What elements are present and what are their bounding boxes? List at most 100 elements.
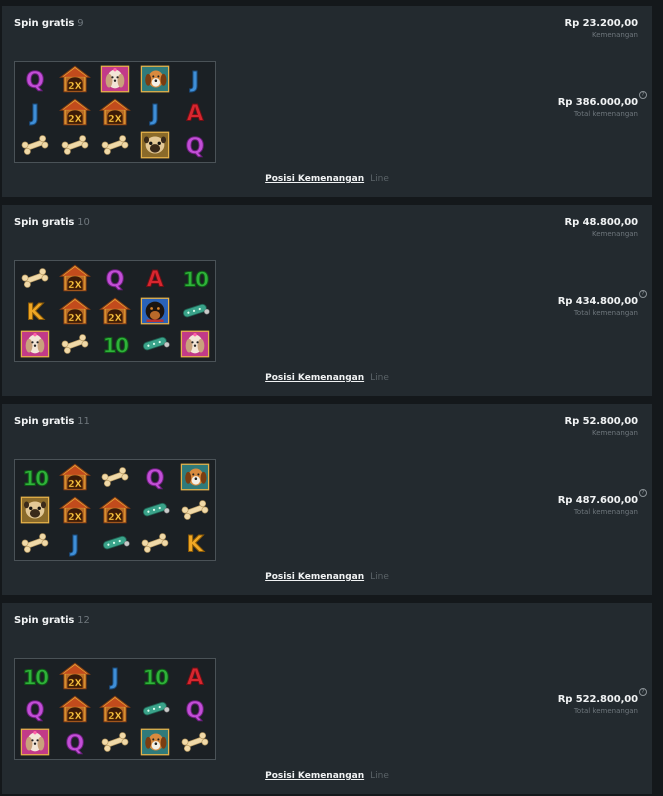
spin-number: 12 [77, 615, 90, 626]
symbol-dog-shihtzu-icon [175, 328, 215, 361]
reel-grid: 10 2X J 10 A Q 2X 2X Q Q [14, 658, 216, 760]
svg-text:J: J [29, 100, 39, 126]
win-label: Kemenangan [591, 230, 638, 238]
symbol-j-icon: J [135, 95, 175, 128]
symbol-collar-icon [175, 294, 215, 327]
help-icon[interactable]: ? [639, 290, 647, 298]
spin-card: Spin gratis 11 Rp 52.800,00 Kemenangan 10… [2, 404, 652, 595]
svg-text:2X: 2X [108, 711, 123, 722]
total-amount: Rp 522.800,00 [557, 694, 638, 705]
winning-positions-link[interactable]: Posisi Kemenangan [265, 572, 364, 582]
symbol-ten-icon: 10 [15, 659, 55, 692]
reel-grid: 2X Q A 10 K 2X 2X 10 [14, 260, 216, 362]
svg-text:J: J [149, 100, 159, 126]
symbol-dog-shihtzu-icon [95, 62, 135, 95]
svg-text:K: K [26, 299, 44, 325]
spin-win: Rp 23.200,00 Kemenangan [564, 18, 639, 39]
symbol-dog-beagle-icon [135, 62, 175, 95]
symbol-bone-icon [95, 129, 135, 162]
svg-text:Q: Q [26, 697, 45, 723]
total-label: Total kemenangan [573, 508, 638, 516]
win-amount: Rp 23.200,00 [564, 18, 639, 29]
symbol-collar-icon [135, 493, 175, 526]
symbol-q-icon: Q [55, 726, 95, 759]
svg-text:A: A [186, 100, 203, 126]
symbol-q-icon: Q [175, 692, 215, 725]
spin-label: Spin gratis [14, 18, 75, 29]
total-amount: Rp 487.600,00 [557, 495, 638, 506]
symbol-house2x-icon: 2X [95, 95, 135, 128]
symbol-j-icon: J [95, 659, 135, 692]
svg-text:2X: 2X [108, 114, 123, 125]
help-icon[interactable]: ? [639, 688, 647, 696]
symbol-dog-shihtzu-icon [15, 328, 55, 361]
winning-positions-link[interactable]: Posisi Kemenangan [265, 174, 364, 184]
symbol-house2x-icon: 2X [95, 692, 135, 725]
spin-card: Spin gratis12 Kemenangan 10 2XJ10AQ 2X 2… [2, 603, 652, 794]
svg-text:2X: 2X [68, 711, 83, 722]
help-icon[interactable]: ? [639, 489, 647, 497]
win-label: Kemenangan [591, 31, 638, 39]
total-win: Rp 434.800,00 Total kemenangan ? [558, 290, 647, 317]
spin-label: Spin gratis [14, 615, 75, 626]
svg-text:2X: 2X [68, 512, 83, 523]
symbol-bone-icon [175, 726, 215, 759]
symbol-house2x-icon: 2X [55, 460, 95, 493]
spin-title: Spin gratis 9 [14, 18, 84, 29]
symbol-collar-icon [135, 692, 175, 725]
symbol-a-icon: A [175, 659, 215, 692]
spin-title: Spin gratis 12 [14, 615, 90, 626]
symbol-ten-icon: 10 [135, 659, 175, 692]
symbol-dog-rottweiler-icon [135, 294, 175, 327]
symbol-q-icon: Q [15, 62, 55, 95]
svg-text:J: J [109, 664, 119, 690]
result-links: Posisi Kemenangan Line [2, 572, 652, 582]
win-label: Kemenangan [591, 429, 638, 437]
symbol-j-icon: J [55, 527, 95, 560]
svg-text:2X: 2X [108, 313, 123, 324]
symbol-j-icon: J [175, 62, 215, 95]
winning-positions-link[interactable]: Posisi Kemenangan [265, 373, 364, 383]
svg-text:2X: 2X [68, 114, 83, 125]
svg-text:J: J [69, 532, 79, 558]
spin-label: Spin gratis [14, 217, 75, 228]
line-link[interactable]: Line [370, 572, 389, 582]
svg-text:10: 10 [143, 665, 169, 689]
spin-number: 10 [77, 217, 90, 228]
symbol-bone-icon [55, 129, 95, 162]
total-label: Total kemenangan [573, 707, 638, 715]
svg-text:Q: Q [26, 67, 45, 93]
symbol-q-icon: Q [15, 692, 55, 725]
svg-text:10: 10 [103, 334, 129, 358]
spin-title: Spin gratis 10 [14, 217, 90, 228]
winning-positions-link[interactable]: Posisi Kemenangan [265, 771, 364, 781]
symbol-bone-icon [15, 527, 55, 560]
svg-text:Q: Q [186, 697, 205, 723]
svg-text:2X: 2X [68, 280, 83, 291]
symbol-house2x-icon: 2X [55, 493, 95, 526]
total-label: Total kemenangan [573, 309, 638, 317]
symbol-house2x-icon: 2X [95, 493, 135, 526]
symbol-k-icon: K [15, 294, 55, 327]
svg-text:2X: 2X [68, 313, 83, 324]
symbol-q-icon: Q [135, 460, 175, 493]
symbol-q-icon: Q [95, 261, 135, 294]
svg-text:10: 10 [183, 267, 209, 291]
svg-text:A: A [146, 266, 163, 292]
symbol-dog-pug-icon [15, 493, 55, 526]
symbol-bone-icon [15, 261, 55, 294]
spin-number: 9 [77, 18, 84, 29]
line-link[interactable]: Line [370, 771, 389, 781]
symbol-ten-icon: 10 [95, 328, 135, 361]
symbol-house2x-icon: 2X [55, 62, 95, 95]
line-link[interactable]: Line [370, 373, 389, 383]
symbol-house2x-icon: 2X [95, 294, 135, 327]
result-links: Posisi Kemenangan Line [2, 373, 652, 383]
total-win: Rp 522.800,00 Total kemenangan ? [557, 688, 647, 715]
help-icon[interactable]: ? [639, 91, 647, 99]
spin-label: Spin gratis [14, 416, 75, 427]
symbol-ten-icon: 10 [15, 460, 55, 493]
line-link[interactable]: Line [370, 174, 389, 184]
svg-text:10: 10 [23, 466, 49, 490]
symbol-a-icon: A [135, 261, 175, 294]
